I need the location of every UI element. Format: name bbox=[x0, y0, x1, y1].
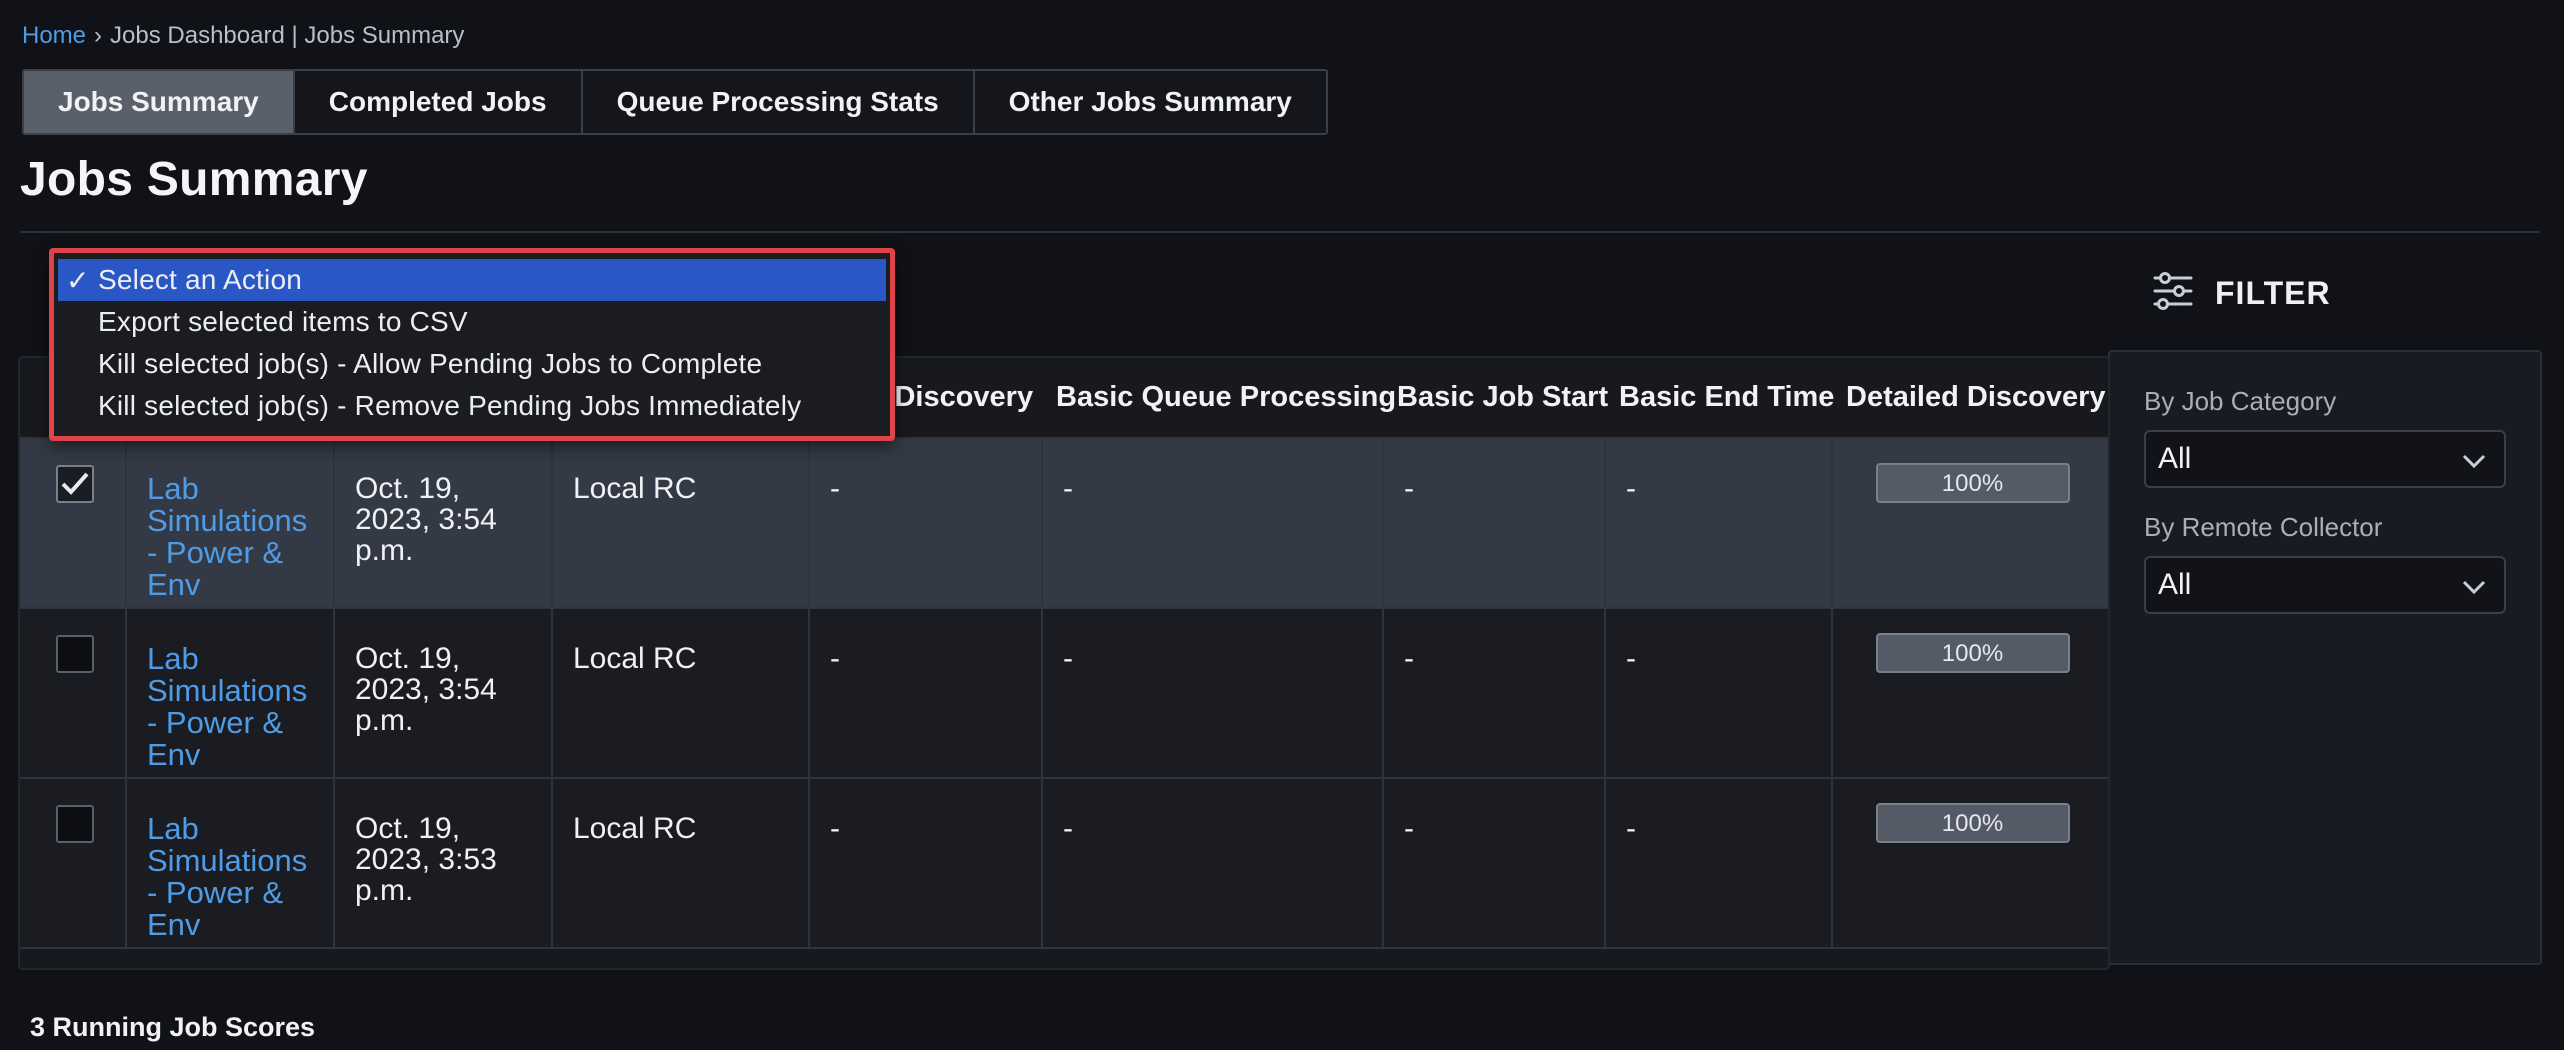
progress-bar: 100% bbox=[1875, 633, 2070, 673]
job-name-link[interactable]: Lab Simulations - Power & Env bbox=[147, 471, 307, 602]
job-name-cell: Lab Simulations - Power & Env bbox=[126, 608, 335, 779]
row-select-cell bbox=[20, 778, 127, 949]
remote-collector-value: All bbox=[2158, 568, 2192, 601]
row-select-cell bbox=[20, 608, 127, 779]
detailed-discovery-cell: 100% bbox=[1832, 778, 2108, 949]
filter-toggle[interactable]: FILTER bbox=[2153, 272, 2331, 315]
basic-discovery-cell: - bbox=[809, 608, 1043, 779]
action-select-dropdown[interactable]: ✓ Select an Action Export selected items… bbox=[49, 248, 895, 441]
col-header-detailed-discovery[interactable]: Detailed Discovery bbox=[1832, 358, 2108, 439]
basic-queue-cell: - bbox=[1042, 778, 1384, 949]
row-select-cell bbox=[20, 438, 127, 609]
breadcrumb-current: Jobs Dashboard | Jobs Summary bbox=[110, 22, 465, 49]
job-name-link[interactable]: Lab Simulations - Power & Env bbox=[147, 641, 307, 772]
date-cell: Oct. 19, 2023, 3:54 p.m. bbox=[334, 438, 553, 609]
sliders-icon bbox=[2153, 272, 2193, 315]
progress-bar: 100% bbox=[1875, 463, 2070, 503]
menu-item-export-csv[interactable]: Export selected items to CSV bbox=[58, 301, 886, 343]
tab-other-jobs-summary[interactable]: Other Jobs Summary bbox=[974, 71, 1326, 133]
row-checkbox[interactable] bbox=[56, 805, 94, 843]
basic-queue-cell: - bbox=[1042, 608, 1384, 779]
detailed-discovery-cell: 100% bbox=[1832, 608, 2108, 779]
menu-item-kill-allow-pending[interactable]: Kill selected job(s) - Allow Pending Job… bbox=[58, 343, 886, 385]
col-header-basic-queue-processing[interactable]: Basic Queue Processing bbox=[1042, 358, 1396, 439]
breadcrumb-home-link[interactable]: Home bbox=[22, 22, 86, 50]
remote-collector-select[interactable]: All bbox=[2144, 556, 2506, 614]
collector-cell: Local RC bbox=[552, 438, 810, 609]
basic-queue-cell: - bbox=[1042, 438, 1384, 609]
collector-cell: Local RC bbox=[552, 778, 810, 949]
menu-item-label: Select an Action bbox=[98, 264, 302, 295]
col-header-basic-end-time[interactable]: Basic End Time bbox=[1605, 358, 1834, 439]
row-checkbox[interactable] bbox=[56, 635, 94, 673]
job-category-select[interactable]: All bbox=[2144, 430, 2506, 488]
basic-discovery-cell: - bbox=[809, 778, 1043, 949]
basic-end-cell: - bbox=[1605, 778, 1833, 949]
basic-end-cell: - bbox=[1605, 438, 1833, 609]
tab-queue-processing-stats[interactable]: Queue Processing Stats bbox=[582, 71, 975, 133]
tab-completed-jobs[interactable]: Completed Jobs bbox=[294, 71, 583, 133]
breadcrumb: Home › Jobs Dashboard | Jobs Summary bbox=[22, 22, 464, 50]
date-cell: Oct. 19, 2023, 3:54 p.m. bbox=[334, 608, 553, 779]
title-divider bbox=[20, 231, 2540, 233]
menu-item-select-action[interactable]: ✓ Select an Action bbox=[58, 259, 886, 301]
job-name-cell: Lab Simulations - Power & Env bbox=[126, 438, 335, 609]
basic-start-cell: - bbox=[1383, 778, 1606, 949]
tab-bar: Jobs Summary Completed Jobs Queue Proces… bbox=[22, 69, 1328, 135]
checkmark-icon: ✓ bbox=[66, 264, 90, 296]
progress-bar: 100% bbox=[1875, 803, 2070, 843]
filter-panel: By Job Category All By Remote Collector … bbox=[2108, 350, 2542, 965]
job-category-label: By Job Category bbox=[2144, 386, 2337, 416]
filter-label: FILTER bbox=[2215, 275, 2331, 311]
tab-jobs-summary[interactable]: Jobs Summary bbox=[24, 71, 295, 133]
jobs-table: Basic Discovery Basic Queue Processing B… bbox=[18, 356, 2110, 970]
checkmark-icon bbox=[61, 472, 89, 495]
page-title: Jobs Summary bbox=[20, 153, 368, 206]
breadcrumb-separator: › bbox=[94, 22, 103, 49]
col-header-basic-job-start[interactable]: Basic Job Start bbox=[1383, 358, 1608, 439]
collector-cell: Local RC bbox=[552, 608, 810, 779]
menu-item-kill-remove-pending[interactable]: Kill selected job(s) - Remove Pending Jo… bbox=[58, 385, 886, 427]
basic-discovery-cell: - bbox=[809, 438, 1043, 609]
job-name-cell: Lab Simulations - Power & Env bbox=[126, 778, 335, 949]
table-row[interactable]: Lab Simulations - Power & Env Oct. 19, 2… bbox=[20, 438, 2108, 609]
row-checkbox[interactable] bbox=[56, 465, 94, 503]
detailed-discovery-cell: 100% bbox=[1832, 438, 2108, 609]
basic-start-cell: - bbox=[1383, 438, 1606, 609]
job-category-value: All bbox=[2158, 442, 2192, 475]
remote-collector-label: By Remote Collector bbox=[2144, 512, 2383, 542]
running-job-scores-heading: 3 Running Job Scores bbox=[30, 1012, 316, 1042]
basic-end-cell: - bbox=[1605, 608, 1833, 779]
chevron-down-icon bbox=[2462, 568, 2486, 602]
basic-start-cell: - bbox=[1383, 608, 1606, 779]
table-row[interactable]: Lab Simulations - Power & Env Oct. 19, 2… bbox=[20, 778, 2108, 949]
job-name-link[interactable]: Lab Simulations - Power & Env bbox=[147, 811, 307, 942]
table-row[interactable]: Lab Simulations - Power & Env Oct. 19, 2… bbox=[20, 608, 2108, 779]
chevron-down-icon bbox=[2462, 442, 2486, 476]
date-cell: Oct. 19, 2023, 3:53 p.m. bbox=[334, 778, 553, 949]
